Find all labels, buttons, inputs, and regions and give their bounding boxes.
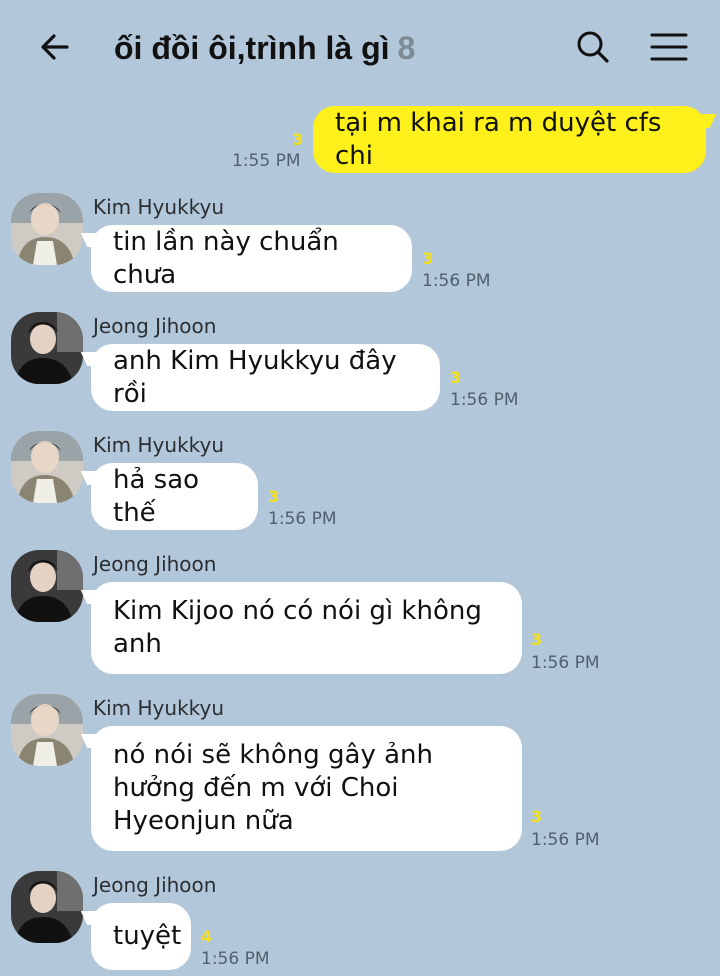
unread-count: 3: [531, 807, 543, 826]
message-text: hả sao thế: [113, 464, 200, 528]
message-bubble[interactable]: anh Kim Hyukkyu đây rồi: [91, 344, 440, 411]
message-bubble[interactable]: tin lần này chuẩn chưa: [91, 225, 412, 292]
chat-title: ối đồi ôi,trình là gì 8: [114, 28, 415, 68]
arrow-left-icon: [41, 34, 69, 60]
my-message-bubble[interactable]: tại m khai ra m duyệt cfs chi: [313, 106, 706, 173]
sender-name: Kim Hyukkyu: [93, 433, 225, 457]
avatar-jeong-jihoon[interactable]: [11, 871, 83, 943]
message-text: tin lần này chuẩn chưa: [113, 226, 339, 290]
sender-name: Jeong Jihoon: [93, 552, 217, 576]
message-time: 1:56 PM: [531, 653, 600, 673]
search-button[interactable]: [568, 22, 618, 72]
unread-count: 3: [450, 368, 462, 387]
message-line: nó nói sẽ không gây ảnh: [113, 740, 433, 770]
avatar-kim-hyukkyu[interactable]: [11, 431, 83, 503]
back-button[interactable]: [30, 22, 80, 72]
search-icon: [577, 31, 609, 63]
avatar-kim-hyukkyu[interactable]: [11, 193, 83, 265]
message-time: 1:56 PM: [531, 830, 600, 850]
message-bubble[interactable]: nó nói sẽ không gây ảnh hưởng đến m với …: [91, 726, 522, 851]
message-text: tuyệt: [113, 921, 182, 951]
message-time: 1:56 PM: [268, 509, 337, 529]
sender-name: Kim Hyukkyu: [93, 195, 225, 219]
avatar-jeong-jihoon[interactable]: [11, 550, 83, 622]
message-bubble[interactable]: Kim Kijoo nó có nói gì không anh: [91, 582, 522, 674]
member-count: 8: [397, 30, 416, 66]
avatar-kim-hyukkyu[interactable]: [11, 694, 83, 766]
message-line: hưởng đến m với Choi: [113, 773, 399, 803]
sender-name: Jeong Jihoon: [93, 314, 217, 338]
message-text: Kim Kijoo nó có nói gì không anh: [113, 595, 482, 661]
message-bubble[interactable]: hả sao thế: [91, 463, 258, 530]
message-text: nó nói sẽ không gây ảnh hưởng đến m với …: [113, 739, 433, 838]
unread-count: 3: [292, 130, 304, 149]
message-time: 1:56 PM: [422, 271, 491, 291]
message-bubble[interactable]: tuyệt: [91, 903, 191, 970]
hamburger-menu-icon: [650, 33, 688, 61]
message-text: tại m khai ra m duyệt cfs chi: [335, 107, 662, 171]
unread-count: 3: [422, 249, 434, 268]
sender-name: Kim Hyukkyu: [93, 696, 225, 720]
message-text: anh Kim Hyukkyu đây rồi: [113, 345, 397, 409]
message-line: Hyeonjun nữa: [113, 806, 294, 836]
unread-count: 3: [268, 487, 280, 506]
menu-button[interactable]: [644, 22, 694, 72]
message-time: 1:56 PM: [201, 949, 270, 969]
message-line: Kim Kijoo nó có nói gì không: [113, 596, 482, 626]
unread-count: 4: [201, 927, 213, 946]
message-time: 1:55 PM: [232, 151, 301, 171]
message-time: 1:56 PM: [450, 390, 519, 410]
unread-count: 3: [531, 630, 543, 649]
chat-title-text: ối đồi ôi,trình là gì: [114, 30, 390, 66]
sender-name: Jeong Jihoon: [93, 873, 217, 897]
avatar-jeong-jihoon[interactable]: [11, 312, 83, 384]
message-line: anh: [113, 629, 162, 659]
chat-header: ối đồi ôi,trình là gì 8: [0, 0, 720, 96]
